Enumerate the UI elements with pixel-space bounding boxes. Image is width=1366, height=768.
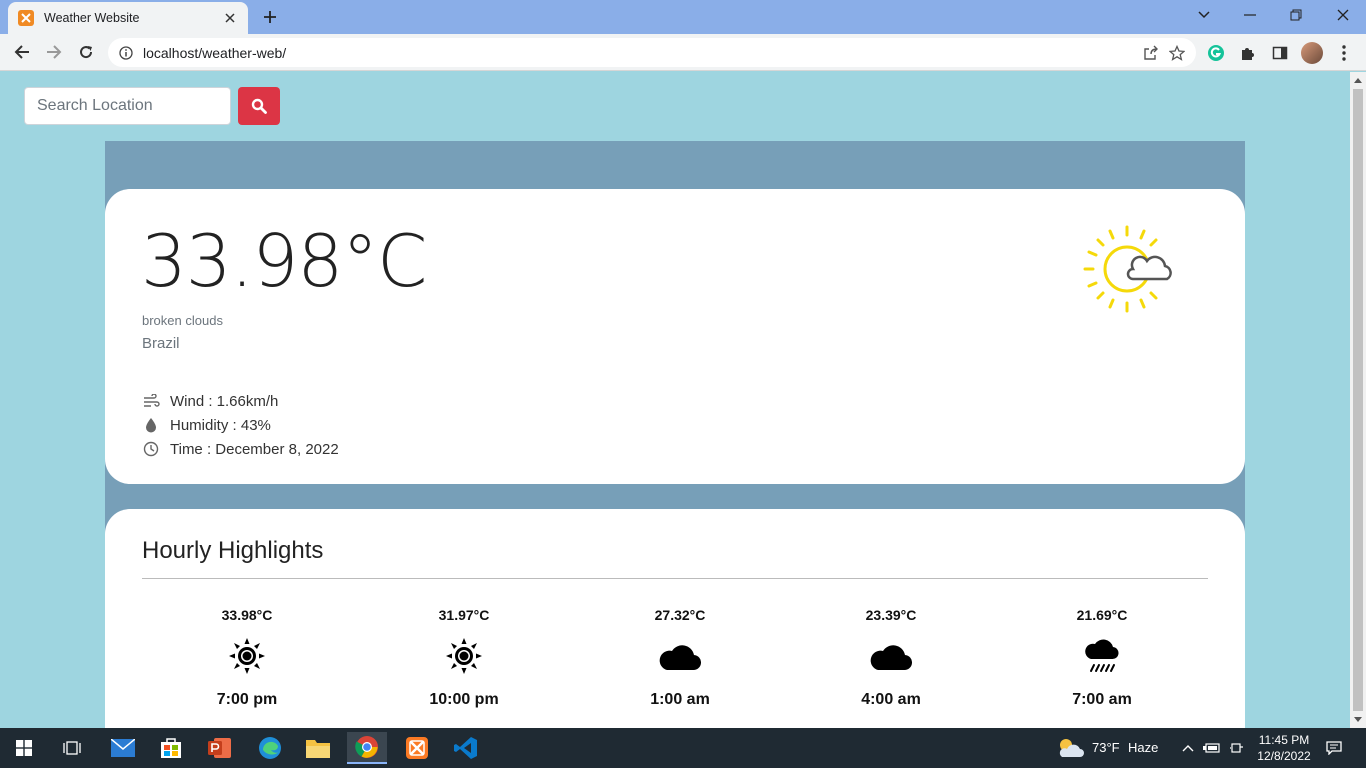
weather-description: broken clouds xyxy=(142,313,223,328)
reload-button[interactable] xyxy=(72,38,100,66)
notification-icon[interactable] xyxy=(1318,732,1350,764)
hourly-time: 10:00 pm xyxy=(429,691,499,708)
scroll-thumb[interactable] xyxy=(1353,89,1363,711)
time-text: Time : December 8, 2022 xyxy=(170,440,339,458)
humidity-text: Humidity : 43% xyxy=(170,416,271,434)
edge-icon[interactable] xyxy=(250,732,290,764)
restore-button[interactable] xyxy=(1273,0,1319,30)
tray-weather-label[interactable]: Haze xyxy=(1128,740,1158,755)
close-window-button[interactable] xyxy=(1320,0,1366,30)
search-icon xyxy=(251,98,267,114)
scroll-down-arrow-icon[interactable] xyxy=(1350,712,1366,728)
location-name: Brazil xyxy=(142,335,180,352)
vscode-icon[interactable] xyxy=(446,732,486,764)
battery-icon[interactable] xyxy=(1201,732,1223,764)
wind-text: Wind : 1.66km/h xyxy=(170,392,279,410)
mail-icon[interactable] xyxy=(103,732,143,764)
extensions-puzzle-icon[interactable] xyxy=(1235,40,1261,66)
wind-icon xyxy=(142,392,160,410)
grammarly-extension-icon[interactable] xyxy=(1203,40,1229,66)
page-content: 33.98°C broken clouds Brazil Wind : 1.66… xyxy=(0,72,1350,728)
side-panel-icon[interactable] xyxy=(1267,40,1293,66)
tab-close-icon[interactable] xyxy=(222,10,238,26)
wind-row: Wind : 1.66km/h xyxy=(142,389,339,413)
hourly-time: 4:00 am xyxy=(861,691,921,708)
xampp-favicon-icon xyxy=(18,10,34,26)
hourly-temp: 31.97°C xyxy=(438,607,490,623)
xampp-icon[interactable] xyxy=(397,732,437,764)
sun-icon xyxy=(384,631,544,681)
tab-search-chevron-icon[interactable] xyxy=(1181,0,1227,30)
hourly-title: Hourly Highlights xyxy=(142,537,324,564)
bookmark-star-icon[interactable] xyxy=(1164,40,1190,66)
clock-icon xyxy=(142,440,160,458)
tab-title: Weather Website xyxy=(44,11,140,25)
share-icon[interactable] xyxy=(1138,40,1164,66)
windows-start-icon[interactable] xyxy=(4,732,44,764)
hourly-time: 7:00 am xyxy=(1072,691,1132,708)
partly-cloudy-sun-icon xyxy=(1083,221,1179,317)
profile-avatar[interactable] xyxy=(1299,40,1325,66)
forward-button[interactable] xyxy=(40,38,68,66)
chrome-menu-icon[interactable] xyxy=(1331,40,1357,66)
hourly-temp: 21.69°C xyxy=(1076,607,1128,623)
hourly-item: 33.98°C 7:00 pm xyxy=(167,605,327,709)
hourly-temp: 33.98°C xyxy=(221,607,273,623)
file-explorer-icon[interactable] xyxy=(298,732,338,764)
hourly-time: 1:00 am xyxy=(650,691,710,708)
search-input[interactable] xyxy=(24,87,231,125)
scroll-up-arrow-icon[interactable] xyxy=(1350,72,1366,88)
address-bar[interactable]: localhost/weather-web/ xyxy=(108,38,1196,67)
hourly-time: 7:00 pm xyxy=(216,691,278,708)
sun-icon xyxy=(167,631,327,681)
search-form xyxy=(24,87,280,125)
humidity-row: Humidity : 43% xyxy=(142,413,339,437)
site-info-icon[interactable] xyxy=(118,45,134,61)
browser-toolbar: localhost/weather-web/ xyxy=(0,34,1366,71)
cloud-icon xyxy=(600,631,760,681)
rain-cloud-icon xyxy=(1022,631,1182,681)
divider xyxy=(142,578,1208,579)
taskbar-clock[interactable]: 11:45 PM 12/8/2022 xyxy=(1256,732,1312,764)
clock-time: 11:45 PM xyxy=(1258,733,1310,747)
haze-weather-icon[interactable] xyxy=(1052,732,1088,764)
windows-taskbar: 73°F Haze 11:45 PM 12/8/2022 xyxy=(0,728,1366,768)
weather-panel: 33.98°C broken clouds Brazil Wind : 1.66… xyxy=(105,141,1245,728)
page-scrollbar[interactable] xyxy=(1350,72,1366,728)
network-icon[interactable] xyxy=(1226,732,1248,764)
microsoft-store-icon[interactable] xyxy=(151,732,191,764)
time-row: Time : December 8, 2022 xyxy=(142,437,339,461)
hourly-temp: 23.39°C xyxy=(865,607,917,623)
search-button[interactable] xyxy=(238,87,280,125)
droplet-icon xyxy=(142,416,160,434)
hourly-item: 21.69°C 7:00 am xyxy=(1022,605,1182,709)
hourly-temp: 27.32°C xyxy=(654,607,706,623)
new-tab-button[interactable] xyxy=(258,6,282,28)
hourly-highlights-card: Hourly Highlights 33.98°C 7:00 pm 31.97°… xyxy=(105,509,1245,728)
back-button[interactable] xyxy=(8,38,36,66)
task-view-icon[interactable] xyxy=(52,732,92,764)
hourly-item: 31.97°C 10:00 pm xyxy=(384,605,544,709)
browser-tab[interactable]: Weather Website xyxy=(8,2,248,34)
hourly-item: 27.32°C 1:00 am xyxy=(600,605,760,709)
tray-chevron-up-icon[interactable] xyxy=(1178,732,1198,764)
current-weather-card: 33.98°C broken clouds Brazil Wind : 1.66… xyxy=(105,189,1245,484)
weather-details: Wind : 1.66km/h Humidity : 43% Time : De… xyxy=(142,389,339,461)
hourly-item: 23.39°C 4:00 am xyxy=(811,605,971,709)
current-temperature: 33.98°C xyxy=(141,219,427,303)
cloud-icon xyxy=(811,631,971,681)
clock-date: 12/8/2022 xyxy=(1257,749,1311,763)
tray-temperature[interactable]: 73°F xyxy=(1092,740,1120,755)
powerpoint-icon[interactable] xyxy=(200,732,240,764)
url-text[interactable]: localhost/weather-web/ xyxy=(143,45,1138,61)
chrome-taskbar-icon[interactable] xyxy=(347,732,387,764)
minimize-button[interactable] xyxy=(1227,0,1273,30)
browser-titlebar: Weather Website xyxy=(0,0,1366,34)
